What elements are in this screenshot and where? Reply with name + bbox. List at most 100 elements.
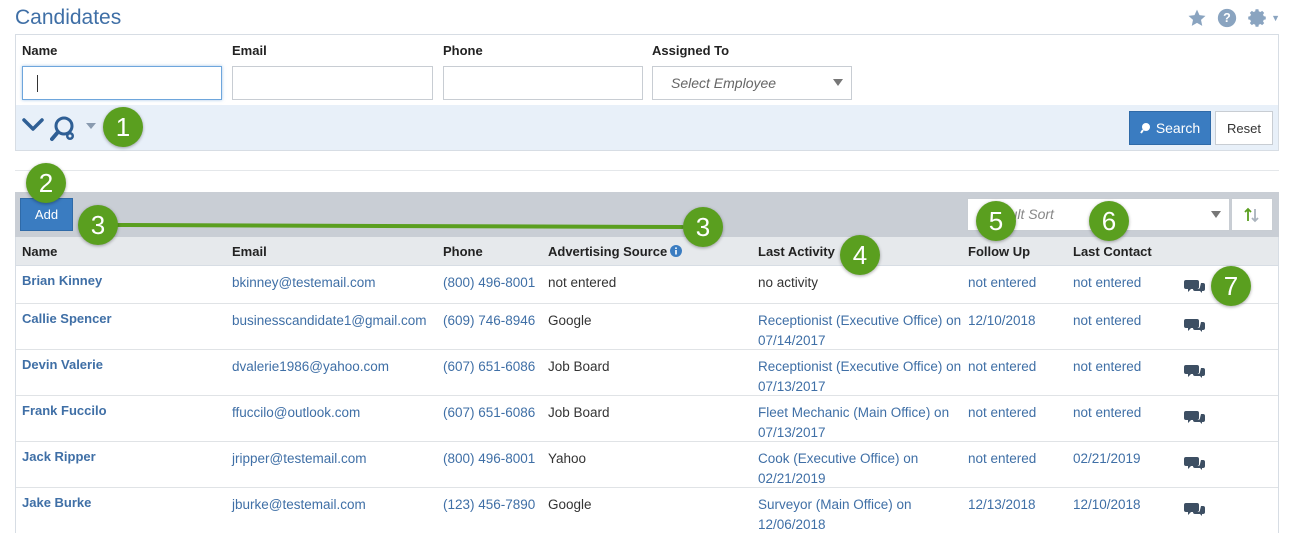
candidate-follow-up-link[interactable]: 12/13/2018 xyxy=(968,495,1036,515)
candidate-last-activity-link[interactable]: Cook (Executive Office) on 02/21/2019 xyxy=(758,449,963,489)
candidate-email-link[interactable]: jripper@testemail.com xyxy=(232,449,367,469)
annotation-badge-6: 6 xyxy=(1089,201,1129,241)
select-arrow-icon xyxy=(833,79,843,86)
comments-icon[interactable] xyxy=(1184,455,1206,471)
candidate-last-contact-link[interactable]: not entered xyxy=(1073,273,1141,293)
candidate-follow-up-link[interactable]: not entered xyxy=(968,273,1036,293)
candidate-source: Job Board xyxy=(548,359,610,374)
reset-button[interactable]: Reset xyxy=(1215,111,1273,145)
info-icon[interactable] xyxy=(670,245,683,257)
annotation-badge-1: 1 xyxy=(103,107,143,147)
star-icon[interactable] xyxy=(1187,8,1207,28)
candidate-source: Google xyxy=(548,497,592,512)
candidate-name-link[interactable]: Callie Spencer xyxy=(22,309,112,329)
candidate-name-link[interactable]: Frank Fuccilo xyxy=(22,401,107,421)
table-row[interactable]: Callie Spencer businesscandidate1@gmail.… xyxy=(16,304,1278,350)
candidate-name-link[interactable]: Brian Kinney xyxy=(22,271,102,291)
search-icon xyxy=(1139,123,1150,134)
header-icons: ? ▼ xyxy=(1187,8,1280,28)
sort-arrow-icon xyxy=(1211,211,1221,218)
candidate-follow-up-link[interactable]: not entered xyxy=(968,403,1036,423)
chevron-down-icon[interactable]: ▼ xyxy=(1271,13,1280,23)
candidate-last-activity-link[interactable]: Fleet Mechanic (Main Office) on 07/13/20… xyxy=(758,403,963,443)
candidate-email-link[interactable]: ffuccilo@outlook.com xyxy=(232,403,360,423)
candidate-last-contact-link[interactable]: not entered xyxy=(1073,403,1141,423)
candidate-name-link[interactable]: Jake Burke xyxy=(22,493,91,513)
candidate-source: not entered xyxy=(548,275,617,290)
candidate-source: Job Board xyxy=(548,405,610,420)
page-title: Candidates xyxy=(15,6,122,29)
annotation-badge-2: 2 xyxy=(26,163,66,203)
candidate-last-activity-link[interactable]: Receptionist (Executive Office) on 07/14… xyxy=(758,311,963,351)
annotation-badge-5: 5 xyxy=(976,201,1016,241)
search-button-label: Search xyxy=(1155,120,1201,136)
comments-icon[interactable] xyxy=(1184,278,1206,294)
candidate-source: Google xyxy=(548,313,592,328)
candidate-email-link[interactable]: businesscandidate1@gmail.com xyxy=(232,311,427,331)
search-action-bar: Search Reset xyxy=(16,105,1278,150)
advanced-search-caret-icon[interactable] xyxy=(86,123,96,129)
candidates-table: Name Email Phone Advertising Source Last… xyxy=(15,237,1279,533)
candidate-email-link[interactable]: jburke@testemail.com xyxy=(232,495,366,515)
comments-icon[interactable] xyxy=(1184,363,1206,379)
help-icon[interactable]: ? xyxy=(1217,8,1237,28)
table-row[interactable]: Devin Valerie dvalerie1986@yahoo.com (60… xyxy=(16,350,1278,396)
column-header-email[interactable]: Email xyxy=(232,244,267,259)
sort-direction-button[interactable] xyxy=(1231,198,1273,231)
search-panel: Name Email Phone Assigned To Select Empl… xyxy=(15,34,1279,151)
gear-icon[interactable] xyxy=(1247,8,1267,28)
candidate-last-contact-link[interactable]: 12/10/2018 xyxy=(1073,495,1141,515)
candidate-last-activity: no activity xyxy=(758,275,819,290)
candidate-name-link[interactable]: Jack Ripper xyxy=(22,447,96,467)
annotation-badge-3b: 3 xyxy=(683,207,723,247)
search-button[interactable]: Search xyxy=(1129,111,1211,145)
candidate-last-contact-link[interactable]: 02/21/2019 xyxy=(1073,449,1141,469)
name-label: Name xyxy=(22,43,58,58)
candidate-name-link[interactable]: Devin Valerie xyxy=(22,355,103,375)
table-row[interactable]: Frank Fuccilo ffuccilo@outlook.com (607)… xyxy=(16,396,1278,442)
candidate-last-activity-link[interactable]: Surveyor (Main Office) on 12/06/2018 xyxy=(758,495,963,533)
candidate-phone-link[interactable]: (607) 651-6086 xyxy=(443,357,535,377)
column-header-name[interactable]: Name xyxy=(22,244,57,259)
comments-icon[interactable] xyxy=(1184,409,1206,425)
email-input[interactable] xyxy=(232,66,433,100)
sort-direction-icon xyxy=(1244,207,1259,222)
phone-input[interactable] xyxy=(443,66,643,100)
annotation-badge-4: 4 xyxy=(840,235,880,275)
column-header-advertising-source[interactable]: Advertising Source xyxy=(548,244,683,259)
comments-icon[interactable] xyxy=(1184,317,1206,333)
column-header-follow-up[interactable]: Follow Up xyxy=(968,244,1030,259)
candidate-follow-up-link[interactable]: not entered xyxy=(968,357,1036,377)
candidate-last-activity-link[interactable]: Receptionist (Executive Office) on 07/13… xyxy=(758,357,963,397)
advanced-search-icon[interactable] xyxy=(50,115,80,148)
name-input[interactable] xyxy=(22,66,222,100)
assigned-to-label: Assigned To xyxy=(652,43,730,58)
table-header: Name Email Phone Advertising Source Last… xyxy=(16,237,1278,266)
column-header-phone[interactable]: Phone xyxy=(443,244,483,259)
expand-chevron-icon[interactable] xyxy=(22,117,44,138)
annotation-badge-7: 7 xyxy=(1211,266,1251,306)
column-header-last-activity[interactable]: Last Activity xyxy=(758,244,835,259)
text-cursor xyxy=(37,75,38,92)
candidate-last-contact-link[interactable]: not entered xyxy=(1073,311,1141,331)
candidate-follow-up-link[interactable]: 12/10/2018 xyxy=(968,311,1036,331)
column-header-last-contact[interactable]: Last Contact xyxy=(1073,244,1152,259)
candidate-last-contact-link[interactable]: not entered xyxy=(1073,357,1141,377)
section-divider xyxy=(15,170,1279,171)
candidate-follow-up-link[interactable]: not entered xyxy=(968,449,1036,469)
table-row[interactable]: Jake Burke jburke@testemail.com (123) 45… xyxy=(16,488,1278,533)
candidate-phone-link[interactable]: (800) 496-8001 xyxy=(443,273,535,293)
candidate-phone-link[interactable]: (607) 651-6086 xyxy=(443,403,535,423)
annotation-badge-3a: 3 xyxy=(78,205,118,245)
candidate-email-link[interactable]: dvalerie1986@yahoo.com xyxy=(232,357,389,377)
candidate-email-link[interactable]: bkinney@testemail.com xyxy=(232,273,376,293)
candidate-phone-link[interactable]: (123) 456-7890 xyxy=(443,495,535,515)
candidate-phone-link[interactable]: (609) 746-8946 xyxy=(443,311,535,331)
table-row[interactable]: Jack Ripper jripper@testemail.com (800) … xyxy=(16,442,1278,488)
svg-text:?: ? xyxy=(1223,11,1231,25)
comments-icon[interactable] xyxy=(1184,501,1206,517)
assigned-to-select[interactable]: Select Employee xyxy=(652,66,852,100)
assigned-to-placeholder: Select Employee xyxy=(671,75,777,91)
candidate-phone-link[interactable]: (800) 496-8001 xyxy=(443,449,535,469)
table-row[interactable]: Brian Kinney bkinney@testemail.com (800)… xyxy=(16,266,1278,304)
